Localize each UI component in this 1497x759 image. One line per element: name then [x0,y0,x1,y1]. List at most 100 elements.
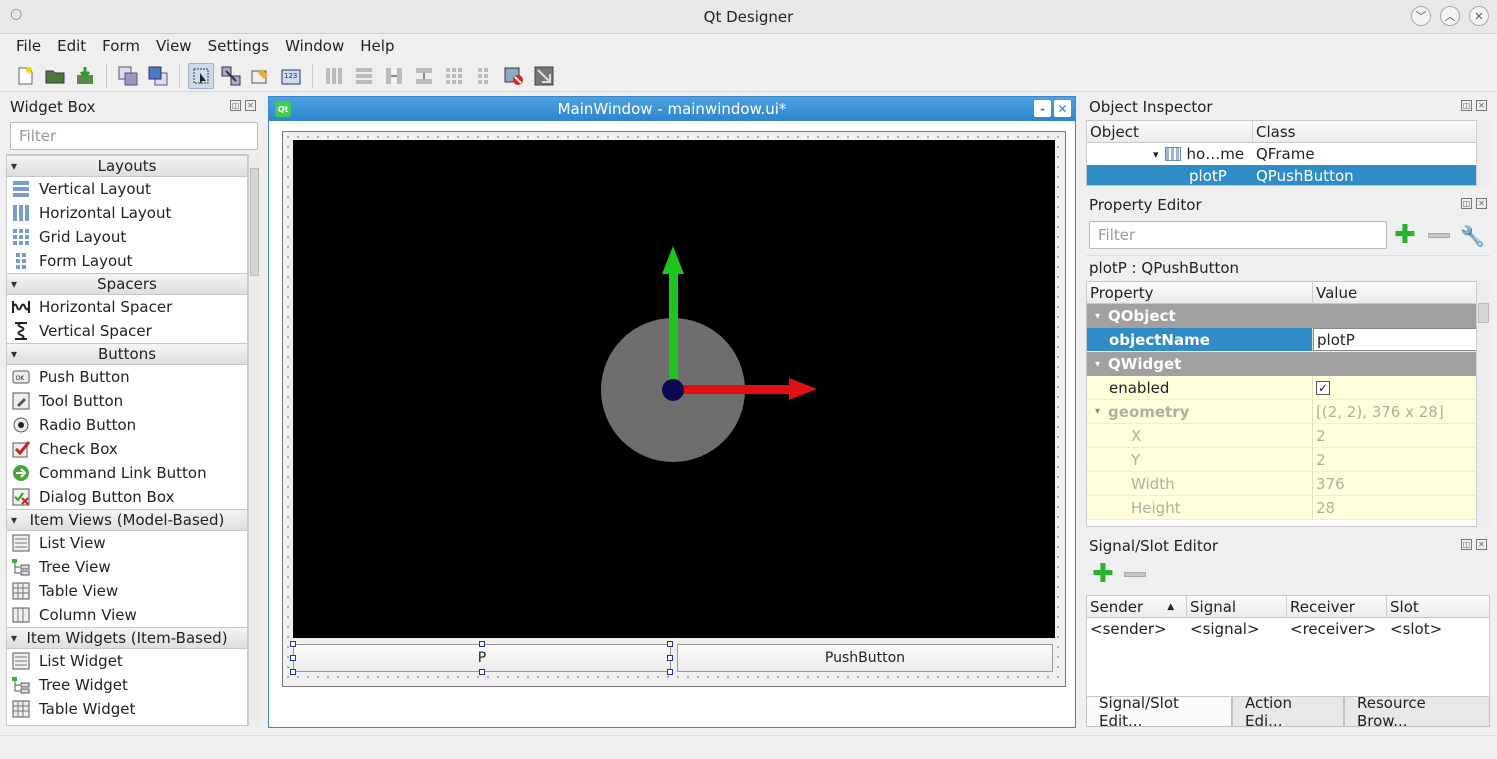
push-button[interactable]: PushButton [677,644,1053,672]
add-connection-icon[interactable]: ✚ [1092,561,1114,587]
edit-buddies-button[interactable] [248,63,274,89]
scroll-thumb[interactable] [250,168,259,276]
close-dock-icon[interactable]: ✕ [1476,539,1487,550]
property-row[interactable]: ▾ QWidget [1087,352,1477,376]
column-slot[interactable]: Slot [1387,596,1487,617]
property-value[interactable]: 2 [1313,448,1477,471]
layout-vertically-button[interactable] [351,63,377,89]
selection-handle[interactable] [479,641,485,647]
property-row[interactable]: Width 376 [1087,472,1477,496]
widget-item[interactable]: Tree View [7,555,247,579]
property-value[interactable]: plotP [1313,328,1477,351]
receiver-cell[interactable]: <receiver> [1287,620,1387,638]
minimize-icon[interactable]: ﹀ [1411,6,1431,26]
column-sender[interactable]: Sender ▲ [1087,596,1187,617]
property-row[interactable]: Height 28 [1087,496,1477,520]
property-row[interactable]: enabled ✓ [1087,376,1477,400]
tab-signal-slot-editor[interactable]: Signal/Slot Edit... [1086,694,1232,730]
property-value[interactable] [1313,352,1477,376]
edit-signals-button[interactable] [218,63,244,89]
open-form-button[interactable] [42,63,68,89]
column-property[interactable]: Property [1087,282,1313,303]
close-dock-icon[interactable]: ✕ [245,100,256,111]
selection-handle[interactable] [667,641,673,647]
add-property-icon[interactable]: ✚ [1394,222,1416,248]
layout-horizontally-button[interactable] [321,63,347,89]
widget-item[interactable]: List Widget [7,649,247,673]
menu-file[interactable]: File [8,37,49,55]
menu-form[interactable]: Form [94,37,148,55]
new-form-button[interactable] [12,63,38,89]
opengl-view[interactable] [293,140,1055,638]
collapse-arrow-icon[interactable]: ▾ [1095,311,1100,322]
scroll-thumb[interactable] [1478,303,1489,323]
connection-row[interactable]: <sender> <signal> <receiver> <slot> [1087,618,1489,640]
bring-to-front-button[interactable] [145,63,171,89]
selection-handle[interactable] [479,669,485,675]
slot-cell[interactable]: <slot> [1387,620,1487,638]
widget-item[interactable]: Table Widget [7,697,247,721]
property-value[interactable]: 28 [1313,496,1477,519]
widget-item[interactable]: Vertical Spacer [7,319,247,343]
main-window-form[interactable]: P PushButton [282,131,1066,687]
property-value[interactable] [1313,304,1477,328]
form-minimize-button[interactable]: - [1034,100,1051,117]
collapse-arrow-icon[interactable]: ▾ [1095,359,1100,370]
signal-cell[interactable]: <signal> [1187,620,1287,638]
float-dock-icon[interactable]: ◫ [1461,100,1472,111]
maximize-icon[interactable]: ︿ [1440,6,1460,26]
close-icon[interactable]: ✕ [1469,6,1489,26]
widget-item[interactable]: Tree Widget [7,673,247,697]
column-receiver[interactable]: Receiver [1287,596,1387,617]
selection-handle[interactable] [290,641,296,647]
float-dock-icon[interactable]: ◫ [230,100,241,111]
menu-view[interactable]: View [148,37,200,55]
property-value[interactable]: [(2, 2), 376 x 28] [1313,400,1477,423]
tab-action-editor[interactable]: Action Edi... [1232,694,1344,730]
category-header[interactable]: Item Widgets (Item-Based) [7,627,247,649]
close-dock-icon[interactable]: ✕ [1476,100,1487,111]
expand-arrow-icon[interactable]: ▾ [1095,406,1100,417]
edit-tab-order-button[interactable]: 123 [278,63,304,89]
property-value[interactable]: 376 [1313,472,1477,495]
column-class[interactable]: Class [1253,121,1477,142]
property-row[interactable]: ▾ geometry [(2, 2), 376 x 28] [1087,400,1477,424]
widget-item[interactable]: Table View [7,579,247,603]
selection-handle[interactable] [667,669,673,675]
widget-list-scrollbar[interactable] [248,154,260,726]
menu-edit[interactable]: Edit [49,37,94,55]
tree-row-frame[interactable]: ▾ ho…me QFrame [1087,143,1489,165]
widget-item[interactable]: Dialog Button Box [7,485,247,509]
property-row[interactable]: ▾ QObject [1087,304,1477,328]
selection-handle[interactable] [290,669,296,675]
widget-item[interactable]: Horizontal Layout [7,201,247,225]
layout-form-button[interactable] [471,63,497,89]
selection-handle[interactable] [290,655,296,661]
widget-item[interactable]: Horizontal Spacer [7,295,247,319]
close-dock-icon[interactable]: ✕ [1476,198,1487,209]
property-row[interactable]: objectName plotP [1087,328,1477,352]
tree-row-selected[interactable]: plotP QPushButton [1087,165,1489,185]
remove-property-icon[interactable] [1428,233,1450,238]
category-header[interactable]: Item Views (Model-Based) [7,509,247,531]
expand-arrow-icon[interactable]: ▾ [1153,148,1159,161]
widget-filter-input[interactable]: Filter [10,122,258,150]
form-close-button[interactable]: ✕ [1054,100,1071,117]
widget-item[interactable]: Check Box [7,437,247,461]
property-value[interactable]: 2 [1313,424,1477,447]
widget-item[interactable]: Form Layout [7,249,247,273]
widget-item[interactable]: Radio Button [7,413,247,437]
layout-grid-button[interactable] [441,63,467,89]
property-value[interactable]: ✓ [1313,376,1477,399]
float-dock-icon[interactable]: ◫ [1461,539,1472,550]
edit-widgets-button[interactable] [188,62,214,89]
menu-help[interactable]: Help [352,37,402,55]
selection-handle[interactable] [667,655,673,661]
layout-v-splitter-button[interactable] [411,63,437,89]
widget-item[interactable]: Command Link Button [7,461,247,485]
break-layout-button[interactable] [501,63,527,89]
property-scrollbar[interactable] [1476,281,1490,527]
tab-resource-browser[interactable]: Resource Brow... [1344,694,1490,730]
sender-cell[interactable]: <sender> [1087,620,1187,638]
property-row[interactable]: Y2 [1087,448,1477,472]
